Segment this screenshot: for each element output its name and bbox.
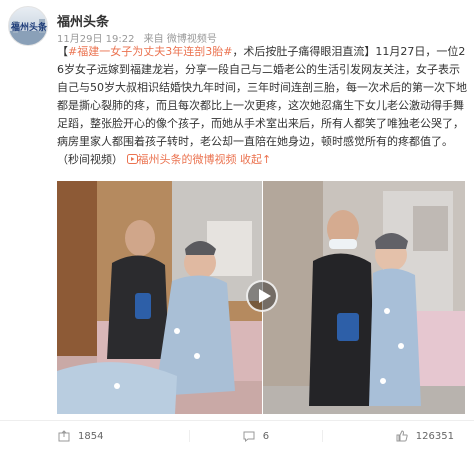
video-thumbnail-left[interactable] (57, 181, 262, 414)
video-thumbnail-right[interactable] (263, 181, 465, 414)
thumbs-up-icon (396, 430, 408, 442)
author-name[interactable]: 福州头条 (57, 11, 109, 30)
avatar-logo-text: 福州头条 (10, 21, 48, 33)
collapse-link[interactable]: 收起 (240, 153, 262, 166)
play-icon[interactable] (246, 280, 278, 312)
video-play-icon (126, 154, 138, 164)
share-icon (58, 430, 70, 442)
action-divider (0, 420, 474, 421)
video-link-text: 福州头条的微博视频 (137, 153, 237, 166)
avatar[interactable]: 福州头条 (8, 6, 48, 46)
post-actions: 1854 6 126351 (0, 424, 474, 448)
comment-button[interactable]: 6 (189, 430, 321, 442)
like-count: 126351 (415, 430, 454, 442)
like-button[interactable]: 126351 (321, 430, 474, 442)
share-button[interactable]: 1854 (0, 430, 189, 442)
comment-icon (243, 431, 255, 442)
opening-bracket: 【 (57, 45, 68, 58)
fuzhou-news-logo-icon: 福州头条 (9, 19, 48, 45)
video-frame-image (57, 181, 262, 414)
post-text: 【#福建一女子为丈夫3年连剖3胎#，术后按肚子痛得眼泪直流】11月27日，一位2… (57, 43, 469, 169)
video-frame-image (263, 181, 465, 414)
collapse-arrow-icon: ↑ (262, 153, 272, 166)
comment-count: 6 (262, 430, 270, 442)
video-link[interactable]: 福州头条的微博视频 (126, 153, 237, 166)
post-body: ，术后按肚子痛得眼泪直流】11月27日，一位26岁女子远嫁到福建龙岩，分享一段自… (57, 45, 467, 166)
hashtag-link[interactable]: #福建一女子为丈夫3年连剖3胎# (68, 45, 232, 58)
share-count: 1854 (78, 430, 104, 442)
